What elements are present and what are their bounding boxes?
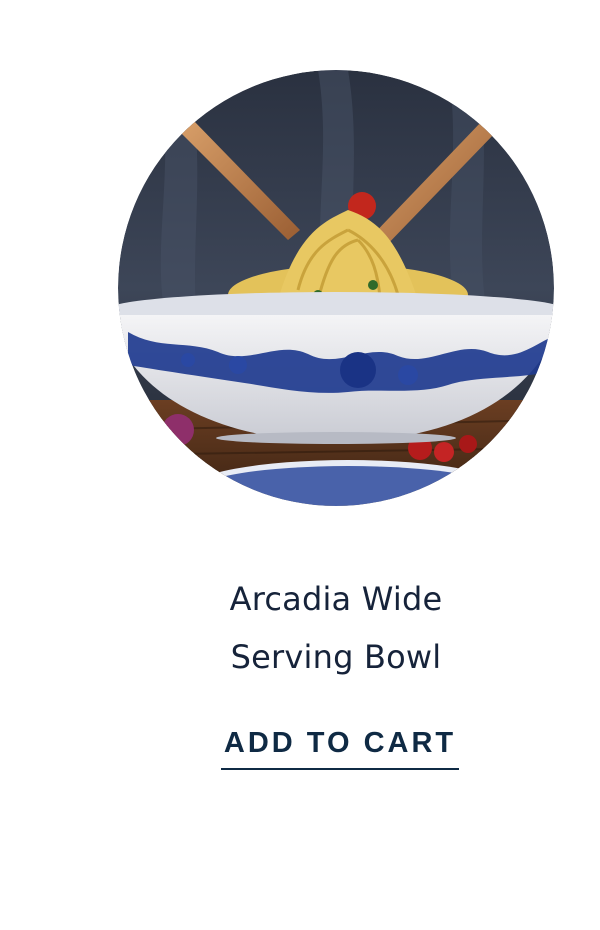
product-card: Arcadia Wide Serving Bowl ADD TO CART bbox=[0, 0, 600, 930]
product-title-line-1[interactable]: Arcadia Wide bbox=[230, 580, 443, 618]
add-to-cart-button[interactable]: ADD TO CART bbox=[221, 718, 459, 770]
product-title-line-2[interactable]: Serving Bowl bbox=[231, 638, 442, 676]
product-title[interactable]: Arcadia Wide Serving Bowl bbox=[186, 570, 486, 686]
product-image[interactable] bbox=[118, 70, 554, 506]
